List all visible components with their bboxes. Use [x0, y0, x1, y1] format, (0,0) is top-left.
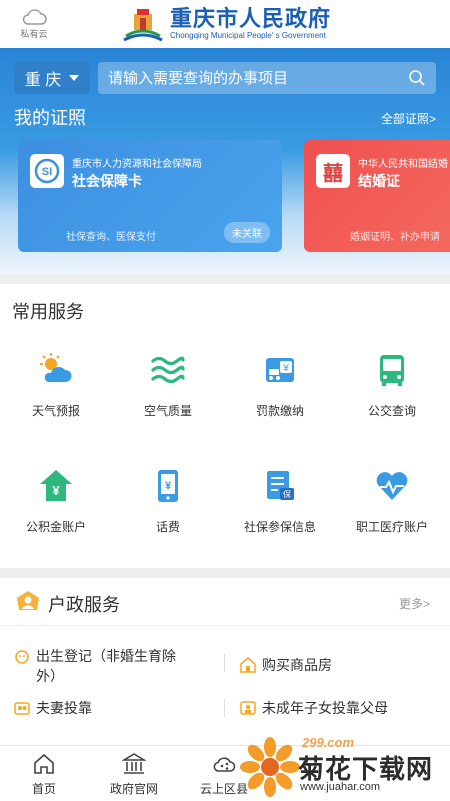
- svg-text:¥: ¥: [282, 363, 289, 374]
- divider: [0, 568, 450, 578]
- card-issuer: 重庆市人力资源和社会保障局: [72, 159, 202, 170]
- fine-payment-icon: ¥: [266, 358, 294, 382]
- common-services-title: 常用服务: [12, 302, 84, 322]
- service-housing-fund[interactable]: ¥ 公积金账户: [0, 468, 112, 535]
- gov-logo: 重庆市人民政府 Chongqing Municipal People' s Go…: [122, 6, 331, 42]
- private-cloud-button[interactable]: 私有云: [16, 8, 52, 40]
- divider: [224, 699, 225, 717]
- service-air-quality[interactable]: 空气质量: [112, 352, 224, 419]
- svg-text:¥: ¥: [165, 480, 172, 492]
- marriage-certificate-card[interactable]: 囍 中华人民共和国结婚 结婚证 婚姻证明、补办申请: [304, 140, 450, 252]
- all-certificates-link[interactable]: 全部证照>: [381, 110, 436, 127]
- service-label: 公积金账户: [25, 520, 86, 534]
- svg-text:¥: ¥: [52, 483, 60, 498]
- service-bus[interactable]: 公交查询: [336, 352, 448, 419]
- double-happiness-glyph: 囍: [323, 162, 343, 185]
- service-label: 职工医疗账户: [355, 520, 428, 534]
- social-security-logo-icon: SI: [30, 154, 64, 188]
- app-header: 私有云 重庆市人民政府 Chongqing Municipal People' …: [0, 0, 450, 48]
- bus-icon: [380, 355, 404, 386]
- hukou-services-header: 户政服务 更多>: [0, 580, 450, 626]
- svg-text:SI: SI: [42, 166, 52, 178]
- cloud-share-icon: [213, 757, 236, 772]
- baby-icon: [15, 650, 29, 664]
- hukou-item-minor-children[interactable]: 未成年子女投靠父母: [240, 698, 388, 718]
- hukou-services-icon: [17, 591, 39, 610]
- service-label: 空气质量: [143, 404, 192, 418]
- house-icon: [240, 657, 256, 673]
- family-icon: [240, 701, 256, 715]
- hukou-item-label: 出生登记（非婚生育除外）: [36, 648, 176, 684]
- card-description: 社保查询、医保支付: [66, 232, 156, 243]
- search-icon[interactable]: [408, 69, 426, 87]
- hukou-item-spouse[interactable]: 夫妻投靠: [14, 698, 92, 718]
- card-name: 社会保障卡: [72, 173, 142, 189]
- weather-icon: [40, 353, 72, 382]
- card-description: 婚姻证明、补办申请: [350, 232, 440, 243]
- hukou-item-birth-registration[interactable]: 出生登记（非婚生育除外）: [14, 646, 194, 686]
- service-fine-payment[interactable]: ¥ 罚款缴纳: [224, 352, 336, 419]
- hukou-item-label: 未成年子女投靠父母: [262, 700, 388, 716]
- home-icon: [34, 753, 54, 774]
- nav-label: 政府官网: [109, 782, 158, 796]
- page-subtitle: Chongqing Municipal People' s Government: [170, 31, 326, 40]
- city-selector-label: 重 庆: [24, 72, 62, 89]
- service-weather[interactable]: 天气预报: [0, 352, 112, 419]
- hukou-services-title: 户政服务: [48, 595, 120, 615]
- cloud-icon: [22, 9, 47, 25]
- search-bar[interactable]: [98, 62, 436, 94]
- medical-account-icon: [376, 472, 408, 500]
- card-name: 结婚证: [358, 173, 400, 189]
- spouse-icon: [14, 702, 30, 715]
- social-security-card[interactable]: SI 重庆市人力资源和社会保障局 社会保障卡 社保查询、医保支付 未关联: [18, 140, 282, 252]
- hukou-item-label: 购买商品房: [262, 657, 332, 673]
- divider: [0, 274, 450, 284]
- hukou-item-label: 夫妻投靠: [36, 700, 92, 716]
- service-label: 天气预报: [31, 404, 80, 418]
- service-medical-account[interactable]: 职工医疗账户: [336, 468, 448, 535]
- service-social-insurance[interactable]: 保 社保参保信息: [224, 468, 336, 535]
- double-happiness-icon: 囍: [316, 154, 350, 188]
- nav-label: 首页: [31, 782, 56, 796]
- service-phone-bill[interactable]: ¥ 话费: [112, 468, 224, 535]
- divider: [224, 654, 225, 672]
- hero-band: 重 庆 我的证照 全部证照> SI 重庆市人力资源和社会保障局 社会保障卡 社保…: [0, 48, 450, 274]
- city-selector[interactable]: 重 庆: [14, 62, 90, 94]
- search-input[interactable]: [108, 69, 398, 87]
- my-certificates-title: 我的证照: [14, 108, 86, 128]
- hukou-more-link[interactable]: 更多>: [399, 595, 430, 612]
- service-label: 公交查询: [367, 404, 416, 418]
- service-label: 罚款缴纳: [255, 404, 304, 418]
- nav-gov-website[interactable]: 政府官网: [94, 752, 174, 797]
- nav-home[interactable]: 首页: [4, 752, 84, 797]
- service-label: 话费: [155, 520, 180, 534]
- government-building-icon: [122, 753, 146, 774]
- watermark-site: 299.com: [302, 735, 355, 750]
- unlinked-badge[interactable]: 未关联: [224, 222, 270, 243]
- card-issuer: 中华人民共和国结婚: [358, 159, 448, 170]
- private-cloud-label: 私有云: [20, 29, 48, 39]
- housing-fund-icon: ¥: [40, 470, 72, 501]
- service-label: 社保参保信息: [243, 520, 316, 534]
- phone-bill-icon: ¥: [158, 470, 178, 502]
- chevron-down-icon: [69, 75, 80, 81]
- watermark: 299.com 菊花下载网 www.juahar.com: [240, 731, 450, 801]
- svg-text:保: 保: [283, 489, 291, 499]
- social-insurance-icon: 保: [267, 471, 294, 500]
- chrysanthemum-logo-icon: [240, 737, 300, 797]
- watermark-url: www.juahar.com: [300, 781, 381, 793]
- hukou-item-buy-house[interactable]: 购买商品房: [240, 655, 332, 675]
- gov-emblem-icon: [123, 9, 163, 42]
- air-quality-icon: [151, 356, 185, 384]
- page-title: 重庆市人民政府: [170, 6, 332, 31]
